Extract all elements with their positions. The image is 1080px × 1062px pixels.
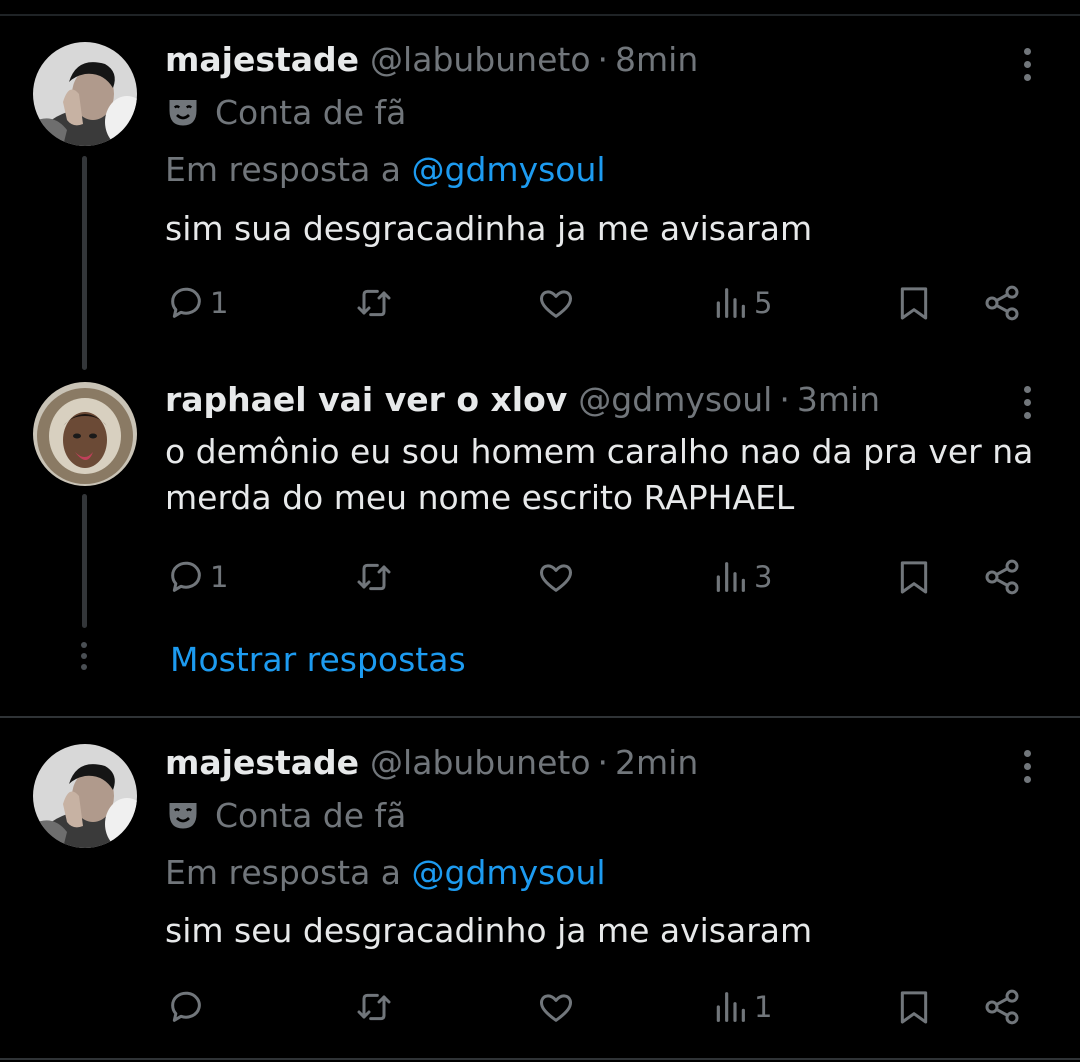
bookmark-button[interactable]: [894, 552, 934, 602]
share-button[interactable]: [982, 278, 1022, 328]
bookmark-icon: [900, 991, 928, 1024]
tweet-text: o demônio eu sou homem caralho nao da pr…: [165, 432, 1034, 517]
timestamp[interactable]: 3min: [797, 380, 880, 420]
reply-prefix: Em resposta a: [165, 853, 402, 892]
theater-mask-icon: [169, 100, 197, 126]
reply-button[interactable]: 1: [166, 278, 228, 328]
user-handle[interactable]: @labubuneto: [370, 743, 590, 783]
bookmark-icon: [900, 561, 928, 594]
display-name[interactable]: majestade: [165, 40, 359, 80]
like-button[interactable]: [536, 552, 576, 602]
fan-label-text: Conta de fã: [215, 92, 407, 132]
avatar[interactable]: [33, 382, 137, 486]
timeline: majestade @labubuneto · 8min Conta de fã…: [0, 0, 1080, 1062]
tweet-text: sim sua desgracadinha ja me avisaram: [165, 209, 813, 248]
more-options-button[interactable]: [1016, 382, 1038, 422]
like-icon: [539, 564, 573, 592]
views-icon: [716, 288, 745, 318]
tweet-actions: 1 3: [0, 552, 1080, 602]
repost-button[interactable]: [354, 552, 394, 602]
user-handle[interactable]: @gdmysoul: [578, 380, 772, 420]
user-handle[interactable]: @labubuneto: [370, 40, 590, 80]
views-button[interactable]: 3: [710, 552, 772, 602]
tweet-header: raphael vai ver o xlov @gdmysoul · 3min: [165, 380, 880, 420]
replying-to: Em resposta a @gdmysoul: [165, 150, 606, 190]
theater-mask-icon: [169, 803, 197, 829]
views-icon: [716, 562, 745, 592]
repost-button[interactable]: [354, 278, 394, 328]
reply-mention-link[interactable]: @gdmysoul: [412, 853, 606, 892]
like-button[interactable]: [536, 982, 576, 1032]
thread-more-dots: [80, 642, 88, 675]
like-button[interactable]: [536, 278, 576, 328]
like-icon: [539, 994, 573, 1022]
avatar[interactable]: [33, 744, 137, 848]
more-icon: [1023, 47, 1031, 55]
repost-icon: [357, 289, 391, 317]
repost-button[interactable]: [354, 982, 394, 1032]
tweet-actions: 1: [0, 982, 1080, 1032]
thread-connector: [82, 156, 87, 370]
display-name[interactable]: raphael vai ver o xlov: [165, 380, 567, 420]
share-icon: [985, 559, 1019, 595]
fan-label-text: Conta de fã: [215, 795, 407, 835]
reply-mention-link[interactable]: @gdmysoul: [412, 150, 606, 189]
views-icon: [716, 992, 745, 1022]
separator-dot: ·: [597, 40, 609, 79]
like-icon: [539, 290, 573, 318]
views-count: 1: [754, 990, 773, 1024]
fan-account-label: Conta de fã: [165, 795, 406, 835]
views-count: 3: [754, 560, 773, 594]
reply-button[interactable]: [166, 982, 210, 1032]
tweet-text: sim seu desgracadinho ja me avisaram: [165, 911, 813, 950]
more-icon: [1023, 749, 1031, 757]
reply-icon: [171, 561, 201, 592]
reply-button[interactable]: 1: [166, 552, 228, 602]
tweet-header: majestade @labubuneto · 8min: [165, 40, 698, 80]
share-button[interactable]: [982, 982, 1022, 1032]
show-replies-link[interactable]: Mostrar respostas: [170, 638, 466, 682]
bookmark-icon: [900, 287, 928, 320]
share-icon: [985, 989, 1019, 1025]
repost-icon: [357, 993, 391, 1021]
more-icon: [1023, 385, 1031, 393]
reply-count: 1: [210, 560, 229, 594]
avatar[interactable]: [33, 42, 137, 146]
timestamp[interactable]: 2min: [615, 743, 698, 783]
separator-dot: ·: [779, 380, 790, 419]
views-button[interactable]: 5: [710, 278, 772, 328]
reply-icon: [171, 991, 201, 1022]
bottom-divider: [0, 1058, 1080, 1060]
fan-account-label: Conta de fã: [165, 92, 406, 132]
more-options-button[interactable]: [1016, 44, 1038, 84]
reply-prefix: Em resposta a: [165, 150, 402, 189]
repost-icon: [357, 563, 391, 591]
more-options-button[interactable]: [1016, 746, 1038, 786]
thread-divider: [0, 716, 1080, 718]
tweet-actions: 1 5: [0, 278, 1080, 328]
tweet-header: majestade @labubuneto · 2min: [165, 743, 698, 783]
timestamp[interactable]: 8min: [615, 40, 698, 80]
reply-icon: [171, 287, 201, 318]
bookmark-button[interactable]: [894, 278, 934, 328]
views-button[interactable]: 1: [710, 982, 772, 1032]
share-button[interactable]: [982, 552, 1022, 602]
reply-count: 1: [210, 286, 229, 320]
display-name[interactable]: majestade: [165, 743, 359, 783]
replying-to: Em resposta a @gdmysoul: [165, 853, 606, 893]
separator-dot: ·: [597, 743, 609, 782]
share-icon: [985, 285, 1019, 321]
top-divider: [0, 14, 1080, 16]
views-count: 5: [754, 286, 773, 320]
bookmark-button[interactable]: [894, 982, 934, 1032]
